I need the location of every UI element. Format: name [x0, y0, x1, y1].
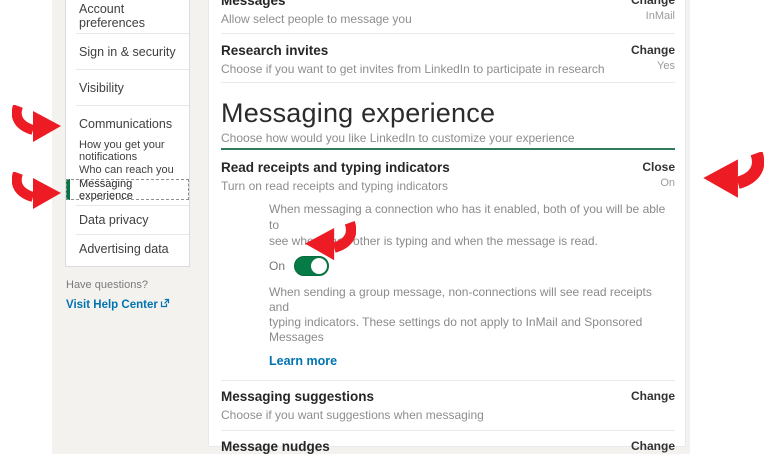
row-messages: Messages Allow select people to message …: [221, 0, 675, 33]
sidebar-item-visibility[interactable]: Visibility: [66, 70, 189, 105]
sidebar-item-who-can-reach-you[interactable]: Who can reach you: [66, 160, 189, 179]
sidebar-item-label: Advertising data: [79, 242, 169, 256]
sidebar-item-account-preferences[interactable]: Account preferences: [66, 0, 189, 33]
read-receipts-paragraph-2: When sending a group message, non-connec…: [221, 285, 675, 345]
row-title: Messaging suggestions: [221, 390, 675, 404]
row-messaging-suggestions: Messaging suggestions Choose if you want…: [221, 381, 675, 430]
section-header: Messaging experience Choose how would yo…: [221, 97, 675, 144]
row-title: Research invites: [221, 44, 675, 58]
annotation-arrow-messaging-experience-icon: [12, 172, 62, 210]
change-button[interactable]: Change: [631, 0, 675, 6]
row-description: Choose if you want to get invites from L…: [221, 63, 675, 75]
setting-value: On: [642, 178, 675, 189]
settings-main-panel: Messages Allow select people to message …: [208, 0, 686, 447]
sidebar-item-advertising-data[interactable]: Advertising data: [66, 235, 189, 263]
change-button[interactable]: Change: [631, 390, 675, 402]
annotation-arrow-toggle-icon: [304, 221, 356, 262]
toggle-row: On: [221, 256, 675, 276]
row-title: Message nudges: [221, 440, 675, 454]
read-receipts-paragraph-1: When messaging a connection who has it e…: [221, 201, 675, 249]
row-read-receipts: Read receipts and typing indicators Turn…: [221, 150, 675, 380]
sidebar-item-label: Who can reach you: [79, 164, 174, 176]
row-title: Read receipts and typing indicators: [221, 161, 675, 175]
visit-help-center-link[interactable]: Visit Help Center: [66, 298, 196, 311]
change-button[interactable]: Change: [631, 440, 675, 452]
sidebar-item-label: How you get your notifications: [79, 139, 189, 163]
page-subtitle: Choose how would you like LinkedIn to cu…: [221, 132, 675, 144]
sidebar-item-label: Communications: [79, 117, 172, 131]
change-button[interactable]: Change: [631, 44, 675, 56]
sidebar-item-label: Sign in & security: [79, 45, 176, 59]
toggle-state-label: On: [269, 259, 285, 273]
setting-value: InMail: [631, 11, 675, 22]
linkedin-settings-page: Account preferences Sign in & security V…: [0, 0, 768, 454]
sidebar-item-label: Data privacy: [79, 213, 148, 227]
row-divider: [221, 82, 675, 83]
setting-value: Yes: [631, 61, 675, 72]
row-description: Allow select people to message you: [221, 13, 675, 25]
annotation-arrow-read-receipts-icon: [702, 152, 764, 199]
annotation-arrow-communications-icon: [12, 105, 62, 143]
sidebar-item-sign-in-security[interactable]: Sign in & security: [66, 34, 189, 69]
visit-help-center-label: Visit Help Center: [66, 299, 158, 311]
external-link-icon: [160, 298, 170, 311]
row-research-invites: Research invites Choose if you want to g…: [221, 34, 675, 82]
sidebar-item-communications[interactable]: Communications: [66, 106, 189, 141]
close-button[interactable]: Close: [642, 161, 675, 173]
row-message-nudges: Message nudges Choose if you want to rec…: [221, 431, 675, 454]
row-description: Choose if you want suggestions when mess…: [221, 409, 675, 421]
row-title: Messages: [221, 0, 675, 8]
sidebar-item-label: Messaging experience: [79, 178, 189, 202]
settings-sidebar: Account preferences Sign in & security V…: [65, 0, 190, 267]
have-questions-text: Have questions?: [66, 279, 196, 291]
row-description: Turn on read receipts and typing indicat…: [221, 180, 675, 192]
sidebar-item-messaging-experience[interactable]: Messaging experience: [66, 179, 189, 200]
sidebar-item-label: Visibility: [79, 81, 124, 95]
page-title: Messaging experience: [221, 97, 675, 129]
learn-more-link[interactable]: Learn more: [269, 354, 337, 368]
sidebar-item-label: Account preferences: [79, 2, 189, 30]
sidebar-footer: Have questions? Visit Help Center: [66, 279, 196, 311]
sidebar-item-notifications[interactable]: How you get your notifications: [66, 141, 189, 160]
sidebar-item-data-privacy[interactable]: Data privacy: [66, 206, 189, 234]
